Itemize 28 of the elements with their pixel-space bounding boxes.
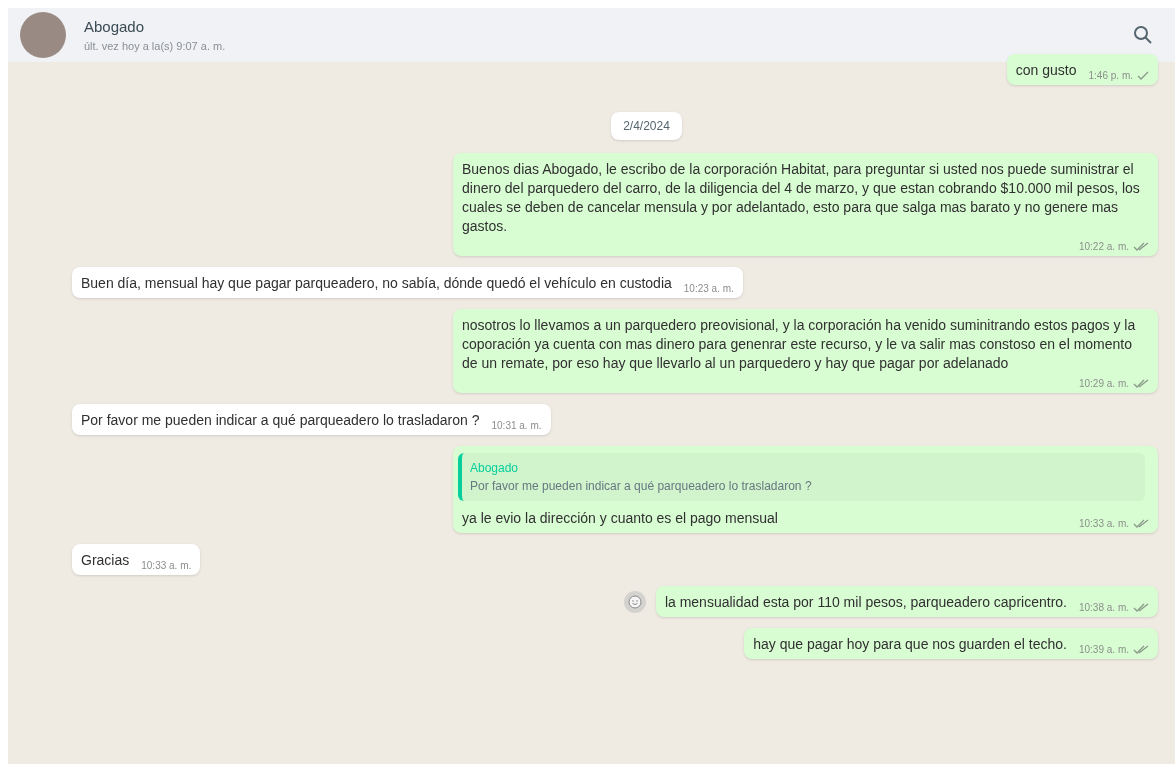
message-time: 10:22 a. m. [1078, 240, 1129, 254]
message-text: Por favor me pueden indicar a qué parqueadero lo trasladaron ? [81, 411, 480, 430]
message-text: ya le evio la dirección y cuanto es el pago mensual [462, 509, 778, 528]
quoted-author: Abogado [470, 460, 520, 477]
message-time: 10:33 a. m. [1078, 517, 1129, 531]
contact-name: Abogado [84, 16, 146, 37]
date-divider: 2/4/2024 [611, 112, 682, 140]
reaction-button[interactable] [623, 590, 646, 613]
smiley-icon [627, 594, 642, 609]
message-text: Gracias [81, 551, 130, 570]
last-seen-text: últ. vez hoy a la(s) 9:07 a. m. [84, 39, 226, 54]
message-time: 1:46 p. m. [1088, 69, 1133, 83]
message-time: 10:31 a. m. [491, 419, 542, 433]
quoted-text: Por favor me pueden indicar a qué parqueadero lo trasladaron ? [470, 478, 813, 495]
message-text: Buenos dias Abogado, le escribo de la corporación Habitat, para preguntar si usted nos puede suministrar el dinero del parquedero del carro, de la diligencia del 4 de marzo, y que estan cobrando $10.000 mil pesos, los cuales se deben de cancelar mensula y por adelantado, esto para que salga mas barato y no genere mas gastos. [462, 160, 1141, 236]
message-text: Buen día, mensual hay que pagar parqueadero, no sabía, dónde quedó el vehículo en custodia [81, 274, 672, 293]
message-text: hay que pagar hoy para que nos guarden el techo. [753, 635, 1067, 654]
message-text: la mensualidad esta por 110 mil pesos, parqueadero capricentro. [664, 593, 1067, 612]
avatar[interactable] [20, 12, 66, 58]
message-text: con gusto [1015, 61, 1077, 80]
message-time: 10:38 a. m. [1078, 601, 1129, 615]
message-text: nosotros lo llevamos a un parquedero preovisional, y la corporación ha venido suminitrando estos pagos y la coporación ya cuenta con mas dinero para genenrar este recurso, y le va salir mas constoso en el momento de un remate, por eso hay que llevarlo al un parquedero y hay que pagar por adelanado [462, 316, 1137, 373]
message-time: 10:39 a. m. [1078, 643, 1129, 657]
search-icon [1133, 25, 1153, 45]
message-time: 10:33 a. m. [141, 559, 192, 573]
message-time: 10:29 a. m. [1078, 377, 1129, 391]
quoted-message[interactable]: Abogado Por favor me pueden indicar a qué parqueadero lo trasladaron ? [458, 453, 1145, 501]
message-time: 10:23 a. m. [683, 282, 734, 296]
